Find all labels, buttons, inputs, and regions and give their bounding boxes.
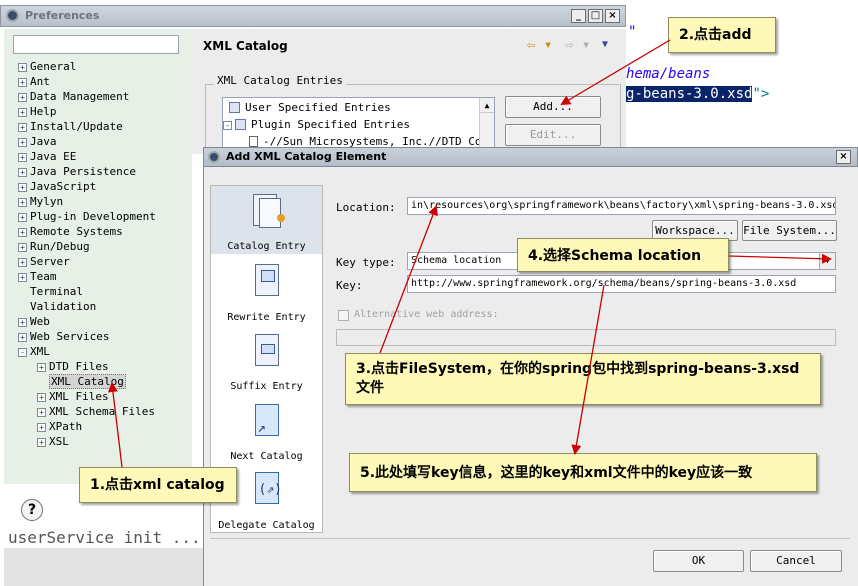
arrow-step2 [560,39,671,106]
arrow-step4 [728,253,832,264]
arrow-step5 [571,284,605,455]
annotation-arrows [107,39,832,468]
arrow-step3 [379,205,438,354]
arrow-step1 [107,382,123,468]
